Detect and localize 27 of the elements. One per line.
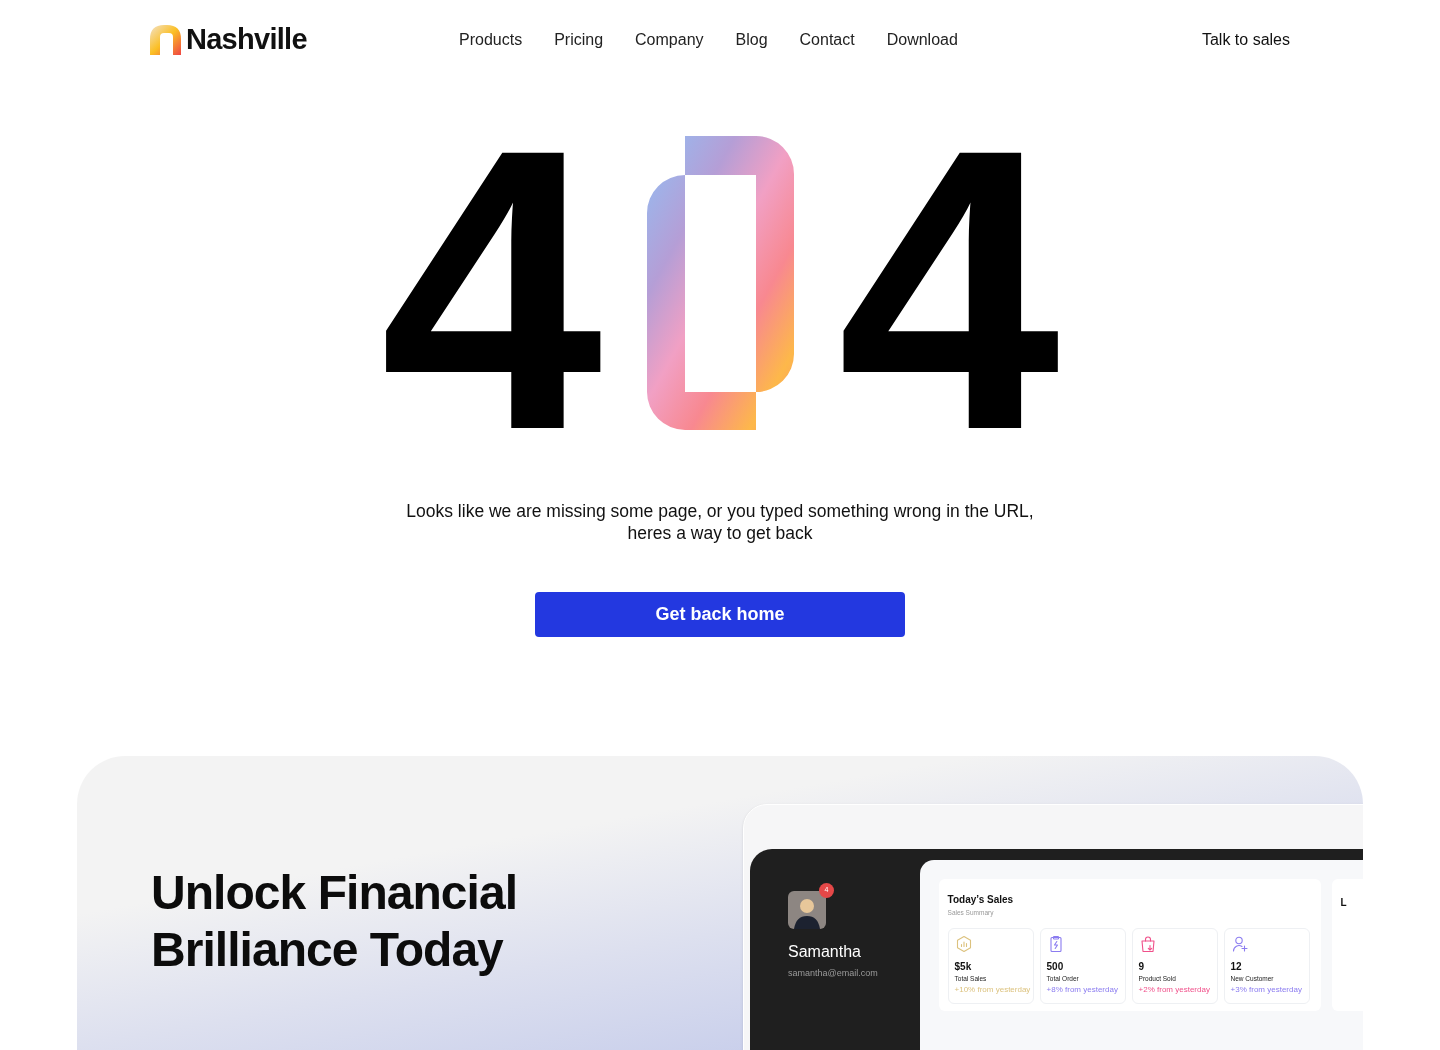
card-title: L [1340,897,1347,908]
stat-change: +2% from yesterday [1138,984,1211,995]
user-name: Samantha [788,942,862,962]
user-email: samantha@email.com [788,967,879,980]
stat-change: +8% from yesterday [1046,984,1119,995]
error-digit: 4 [837,90,1061,490]
error-digit: 4 [379,90,603,490]
promo-heading: Unlock Financial Brilliance Today [151,865,518,978]
stat-value: 12 [1230,960,1243,973]
stat-value: 9 [1138,960,1146,973]
talk-to-sales-link[interactable]: Talk to sales [1201,28,1290,52]
error-message: Looks like we are missing some page, or you typed something wrong in the URL, heres a way to get back [406,500,1034,544]
nav-link[interactable]: Pricing [554,28,604,52]
nav-link[interactable]: Blog [735,28,768,52]
logo-text[interactable]: Nashville [186,18,307,62]
nav-link[interactable]: Download [886,28,958,52]
get-back-home-button[interactable]: Get back home [535,592,905,637]
logo-icon [150,25,181,55]
nav-link[interactable]: Contact [799,28,855,52]
avatar [788,891,826,929]
stat-value: 500 [1046,960,1065,973]
nav-link[interactable]: Products [459,28,523,52]
stat-value: $5k [954,960,973,973]
nav-link[interactable]: Company [635,28,704,52]
card-title: Today’s Sales [947,893,1015,907]
stat-change: +3% from yesterday [1230,984,1303,995]
stat-change: +10% from yesterday [954,984,1032,995]
